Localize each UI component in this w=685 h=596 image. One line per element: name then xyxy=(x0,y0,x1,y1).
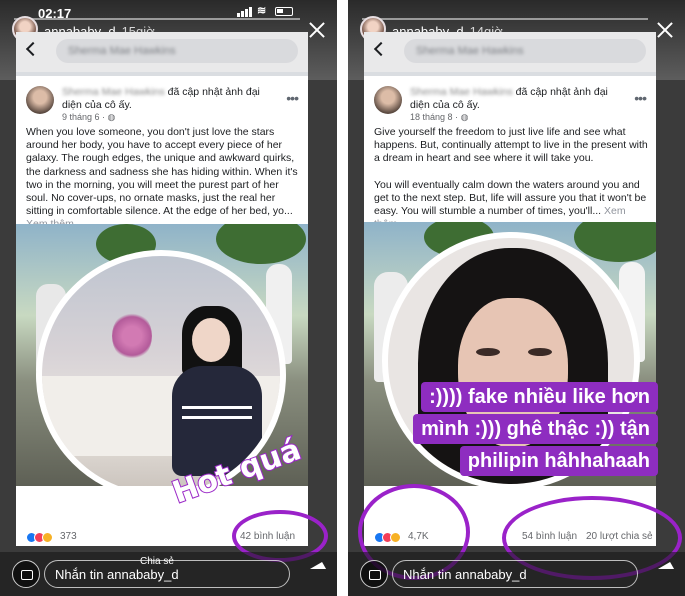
post-body: When you love someone, you don't just lo… xyxy=(26,126,298,218)
caption-line: mình :))) ghê thậc :)) tận xyxy=(413,414,658,444)
photo-flowers xyxy=(112,311,152,361)
haha-icon xyxy=(42,532,53,543)
post-text: When you love someone, you don't just lo… xyxy=(26,126,302,232)
story-reply-bar: Nhắn tin annababy_d xyxy=(348,552,685,596)
back-arrow-icon[interactable] xyxy=(25,41,41,57)
message-placeholder: Nhắn tin annababy_d xyxy=(55,567,179,582)
caption-line: :)))) fake nhiều like hơn xyxy=(421,382,658,412)
signal-bar xyxy=(245,9,248,17)
post-author-avatar[interactable] xyxy=(374,86,402,114)
post-author-name[interactable]: Sherma Mae Hawkins xyxy=(410,86,513,98)
signal-icon xyxy=(237,13,240,17)
battery-icon xyxy=(275,7,293,16)
close-icon[interactable] xyxy=(309,22,325,38)
post-date-text: 9 tháng 6 · xyxy=(62,112,106,122)
story-panel-left: 02:17 ≋ annababy_d15giờ Sherma Mae Hawki… xyxy=(0,0,337,596)
search-text: Sherma Mae Hawkins xyxy=(416,45,524,57)
post-header: Sherma Mae Hawkins đã cập nhật ảnh đại d… xyxy=(374,86,647,123)
post-date: 9 tháng 6 · ◍ xyxy=(62,112,115,123)
camera-icon[interactable] xyxy=(360,560,388,588)
wifi-icon: ≋ xyxy=(257,5,267,17)
send-icon[interactable] xyxy=(657,562,675,576)
post-author-name[interactable]: Sherma Mae Hawkins xyxy=(62,86,165,98)
story-progress-bar xyxy=(362,18,648,20)
globe-icon: ◍ xyxy=(460,112,469,122)
post-paragraph-1: Give yourself the freedom to just live l… xyxy=(374,126,648,165)
message-input[interactable]: Nhắn tin annababy_d xyxy=(392,560,638,588)
search-bar[interactable]: Sherma Mae Hawkins xyxy=(404,39,646,63)
back-arrow-icon[interactable] xyxy=(373,41,389,57)
signal-bar xyxy=(249,7,252,17)
facebook-header: Sherma Mae Hawkins xyxy=(364,32,656,76)
photo-stripe xyxy=(182,406,252,409)
share-label[interactable]: Chia sẻ xyxy=(140,556,174,567)
share-label-text: Chia sẻ xyxy=(140,556,174,567)
photo-eye xyxy=(476,348,500,356)
post-title: Sherma Mae Hawkins đã cập nhật ảnh đại d… xyxy=(62,86,282,112)
globe-icon: ◍ xyxy=(107,112,116,122)
message-placeholder: Nhắn tin annababy_d xyxy=(403,567,527,582)
photo-stripe xyxy=(182,416,252,419)
post-date: 18 tháng 8 · ◍ xyxy=(410,112,468,123)
photo-face xyxy=(192,318,230,362)
story-panel-right: annababy_d14giờ Sherma Mae Hawkins Sherm… xyxy=(348,0,685,596)
close-icon[interactable] xyxy=(657,22,673,38)
story-progress-bar xyxy=(14,18,300,20)
status-bar: 02:17 ≋ xyxy=(0,0,337,21)
signal-bar xyxy=(241,11,244,17)
photo-eye xyxy=(528,348,552,356)
search-bar[interactable]: Sherma Mae Hawkins xyxy=(56,39,298,63)
story-caption: :)))) fake nhiều like hơn mình :))) ghê … xyxy=(358,380,658,476)
reaction-count[interactable]: 373 xyxy=(60,531,77,542)
facebook-header: Sherma Mae Hawkins xyxy=(16,32,308,76)
more-options-icon[interactable]: ••• xyxy=(286,90,299,106)
status-icons: ≋ xyxy=(237,5,293,17)
post-title: Sherma Mae Hawkins đã cập nhật ảnh đại d… xyxy=(410,86,630,112)
post-header: Sherma Mae Hawkins đã cập nhật ảnh đại d… xyxy=(26,86,299,123)
post-text: Give yourself the freedom to just live l… xyxy=(374,126,650,231)
post-date-text: 18 tháng 8 · xyxy=(410,112,459,122)
search-text: Sherma Mae Hawkins xyxy=(68,45,176,57)
caption-line: philipin hâhhahaah xyxy=(459,446,658,476)
photo-tree xyxy=(216,224,306,264)
more-options-icon[interactable]: ••• xyxy=(634,90,647,106)
send-icon[interactable] xyxy=(309,562,327,576)
camera-icon[interactable] xyxy=(12,560,40,588)
post-author-avatar[interactable] xyxy=(26,86,54,114)
